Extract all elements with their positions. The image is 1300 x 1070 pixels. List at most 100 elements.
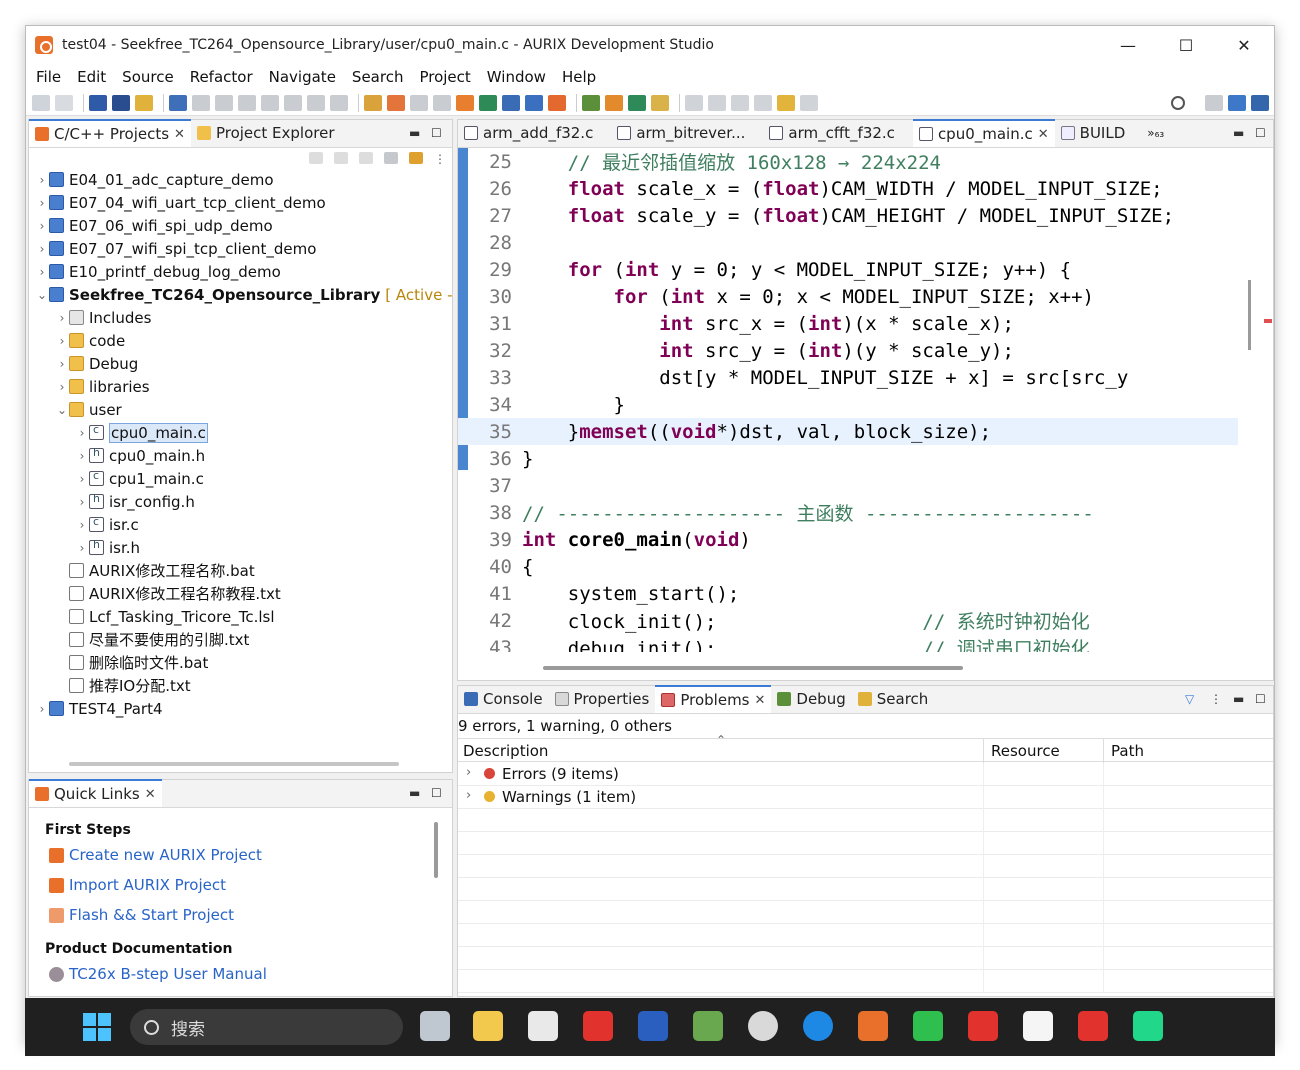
minimize-view-icon[interactable]: ▬ xyxy=(409,786,420,800)
tab-debug[interactable]: Debug xyxy=(771,685,851,713)
pycharm-icon[interactable] xyxy=(1133,1011,1163,1041)
menu-file[interactable]: File xyxy=(28,68,69,86)
tree-item[interactable]: 删除临时文件.bat xyxy=(29,651,208,674)
expand-arrow-icon[interactable]: › xyxy=(35,702,49,716)
qq-icon[interactable] xyxy=(1023,1011,1053,1041)
maximize-view-icon[interactable]: ☐ xyxy=(1255,692,1266,706)
link-label[interactable]: Create new AURIX Project xyxy=(69,846,262,864)
aurix-icon[interactable] xyxy=(456,94,474,111)
tree-item[interactable]: › Includes xyxy=(29,306,152,329)
user-manual-link[interactable]: TC26x B-step User Manual xyxy=(49,965,267,983)
close-icon[interactable]: ✕ xyxy=(145,787,156,802)
last-edit-icon[interactable] xyxy=(754,94,772,111)
tree-item[interactable]: › isr.c xyxy=(29,513,139,536)
close-icon[interactable]: ✕ xyxy=(1038,127,1049,142)
vertical-scrollbar[interactable] xyxy=(434,822,438,878)
expand-arrow-icon[interactable]: › xyxy=(55,311,69,325)
next-annotation-icon[interactable] xyxy=(708,94,726,111)
tree-item[interactable]: 尽量不要使用的引脚.txt xyxy=(29,628,249,651)
tree-item[interactable]: › code xyxy=(29,329,126,352)
expand-arrow-icon[interactable]: › xyxy=(75,495,89,509)
tree-item[interactable]: › isr_config.h xyxy=(29,490,195,513)
close-button[interactable]: ✕ xyxy=(1215,26,1273,64)
profile-icon[interactable] xyxy=(605,94,623,111)
code-editor[interactable]: 25 // 最近邻插值缩放 160x128 → 224x224 26 float … xyxy=(458,148,1273,652)
chip-icon[interactable] xyxy=(433,94,451,111)
link-label[interactable]: Import AURIX Project xyxy=(69,876,226,894)
wechat-icon[interactable] xyxy=(913,1011,943,1041)
tree-item[interactable]: ⌄ Seekfree_TC264_Opensource_Library[ Acti… xyxy=(29,283,452,306)
wps-icon[interactable] xyxy=(968,1011,998,1041)
menu-navigate[interactable]: Navigate xyxy=(261,68,344,86)
tab-arm-cfft[interactable]: arm_cfft_f32.c xyxy=(763,119,901,147)
annotation-icon[interactable] xyxy=(685,94,703,111)
expand-arrow-icon[interactable]: › xyxy=(35,265,49,279)
column-resource[interactable]: Resource xyxy=(991,742,1060,760)
tree-item[interactable]: AURIX修改工程名称.bat xyxy=(29,559,255,582)
step-into-icon[interactable] xyxy=(284,94,302,111)
resume-icon[interactable] xyxy=(192,94,210,111)
expand-arrow-icon[interactable]: › xyxy=(75,518,89,532)
wps-icon[interactable] xyxy=(583,1011,613,1041)
build-hammer-icon[interactable] xyxy=(89,94,107,111)
maximize-view-icon[interactable]: ☐ xyxy=(1255,126,1266,140)
tree-item[interactable]: 推荐IO分配.txt xyxy=(29,674,191,697)
more-tabs-button[interactable]: »₆₃ xyxy=(1141,119,1170,147)
build-config-icon[interactable] xyxy=(112,94,130,111)
menu-project[interactable]: Project xyxy=(411,68,478,86)
chat-icon[interactable] xyxy=(548,94,566,111)
close-icon[interactable]: ✕ xyxy=(755,693,766,708)
table-row[interactable]: › Errors (9 items) xyxy=(458,763,1273,786)
expand-arrow-icon[interactable]: › xyxy=(35,196,49,210)
menu-help[interactable]: Help xyxy=(554,68,604,86)
tab-cpp-projects[interactable]: C/C++ Projects ✕ xyxy=(29,119,191,147)
flash-icon[interactable] xyxy=(387,94,405,111)
menu-search[interactable]: Search xyxy=(344,68,412,86)
collapse-all-icon[interactable] xyxy=(384,152,398,164)
aurix-taskbar-icon[interactable] xyxy=(858,1011,888,1041)
maximize-button[interactable]: ☐ xyxy=(1157,26,1215,64)
tree-item[interactable]: › E04_01_adc_capture_demo xyxy=(29,168,274,191)
suspend-icon[interactable] xyxy=(215,94,233,111)
tree-item[interactable]: › cpu1_main.c xyxy=(29,467,204,490)
error-marker[interactable] xyxy=(1264,319,1272,323)
expand-arrow-icon[interactable]: › xyxy=(35,173,49,187)
window-icon[interactable] xyxy=(410,94,428,111)
save-icon[interactable] xyxy=(32,94,50,111)
create-project-link[interactable]: Create new AURIX Project xyxy=(49,846,262,864)
memory-icon[interactable] xyxy=(364,94,382,111)
expand-arrow-icon[interactable]: › xyxy=(75,472,89,486)
edge-icon[interactable] xyxy=(803,1011,833,1041)
taskbar-search-box[interactable]: 搜索 xyxy=(130,1009,403,1045)
column-path[interactable]: Path xyxy=(1111,742,1144,760)
cpp-perspective-icon[interactable] xyxy=(1228,94,1246,111)
tree-item[interactable]: › cpu0_main.c xyxy=(29,421,208,444)
shield-icon[interactable] xyxy=(628,94,646,111)
terminal-icon[interactable] xyxy=(169,94,187,111)
forward-icon[interactable] xyxy=(334,152,348,164)
save-all-icon[interactable] xyxy=(55,94,73,111)
info-icon[interactable] xyxy=(525,94,543,111)
column-description[interactable]: Description xyxy=(463,742,548,760)
tree-item[interactable]: › E07_07_wifi_spi_tcp_client_demo xyxy=(29,237,317,260)
disconnect-icon[interactable] xyxy=(261,94,279,111)
tab-arm-bitrever[interactable]: arm_bitrever... xyxy=(611,119,751,147)
search-icon[interactable] xyxy=(1171,95,1185,110)
tree-item[interactable]: › E10_printf_debug_log_demo xyxy=(29,260,281,283)
tab-search[interactable]: Search xyxy=(852,685,935,713)
link-label[interactable]: Flash && Start Project xyxy=(69,906,234,924)
expand-arrow-icon[interactable]: › xyxy=(75,541,89,555)
menu-source[interactable]: Source xyxy=(114,68,182,86)
horizontal-scrollbar[interactable] xyxy=(543,666,963,670)
tree-item[interactable]: › libraries xyxy=(29,375,150,398)
debug-bug-icon[interactable] xyxy=(582,94,600,111)
tab-cpu0-main[interactable]: cpu0_main.c ✕ xyxy=(912,119,1055,147)
collapse-arrow-icon[interactable]: ⌄ xyxy=(35,288,49,302)
tab-quick-links[interactable]: Quick Links ✕ xyxy=(29,779,162,807)
home-icon[interactable] xyxy=(359,152,373,164)
prev-annotation-icon[interactable] xyxy=(731,94,749,111)
grid-icon[interactable] xyxy=(479,94,497,111)
tree-item[interactable]: Lcf_Tasking_Tricore_Tc.lsl xyxy=(29,605,275,628)
tab-properties[interactable]: Properties xyxy=(549,685,656,713)
back-arrow-icon[interactable] xyxy=(777,94,795,111)
